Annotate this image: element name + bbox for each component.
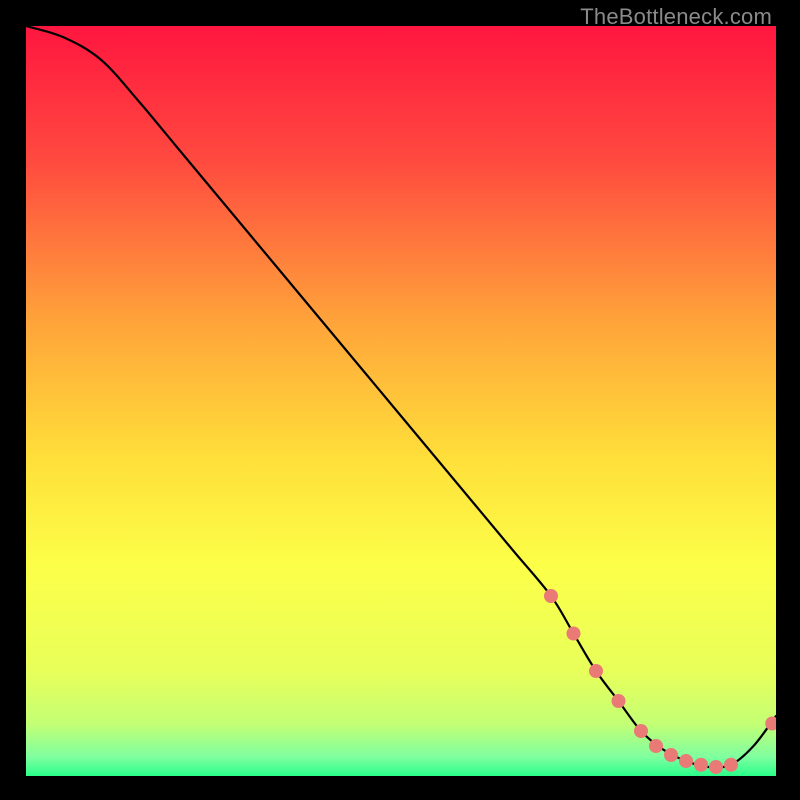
curve-marker [634, 724, 648, 738]
curve-marker [544, 589, 558, 603]
watermark-text: TheBottleneck.com [580, 4, 772, 30]
curve-marker [724, 758, 738, 772]
bottleneck-chart [26, 26, 776, 776]
curve-marker [649, 739, 663, 753]
curve-marker [589, 664, 603, 678]
curve-marker [709, 760, 723, 774]
chart-stage: TheBottleneck.com [0, 0, 800, 800]
curve-marker [567, 627, 581, 641]
curve-marker [664, 748, 678, 762]
gradient-background [26, 26, 776, 776]
curve-marker [679, 754, 693, 768]
curve-marker [694, 758, 708, 772]
curve-marker [612, 694, 626, 708]
